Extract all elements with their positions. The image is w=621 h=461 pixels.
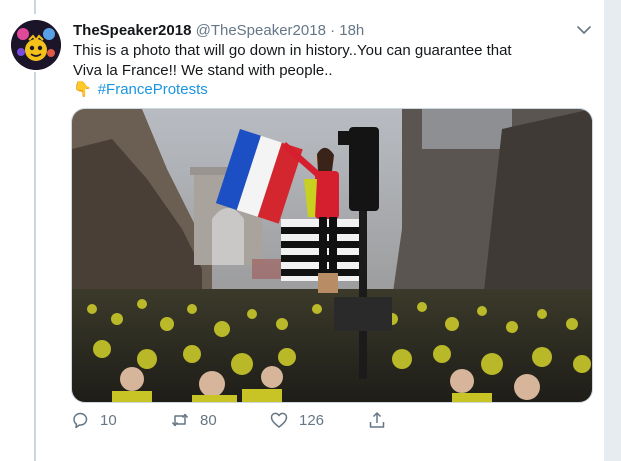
display-name[interactable]: TheSpeaker2018	[73, 22, 191, 39]
share-button[interactable]	[367, 410, 387, 430]
timestamp[interactable]: 18h	[339, 22, 364, 39]
tweet-text: This is a photo that will go down in his…	[73, 41, 573, 100]
hashtag-line: 👇 #FranceProtests	[73, 80, 573, 100]
hashtag-link[interactable]: #FranceProtests	[98, 80, 208, 100]
thread-line-bottom	[34, 72, 36, 461]
pointing-down-emoji: 👇	[73, 81, 92, 98]
tweet-photo[interactable]	[71, 108, 593, 403]
reply-icon	[73, 412, 88, 429]
chevron-down-icon[interactable]	[574, 20, 594, 40]
tweet-header: TheSpeaker2018 @TheSpeaker2018 · 18h	[73, 21, 364, 41]
retweet-count: 80	[200, 411, 217, 429]
retweet-icon	[171, 413, 189, 427]
tweet-text-line-2: Viva la France!! We stand with people..	[73, 61, 333, 79]
like-button[interactable]: 126	[269, 410, 324, 430]
share-icon	[369, 412, 385, 428]
tweet-card[interactable]: TheSpeaker2018 @TheSpeaker2018 · 18h Thi…	[0, 0, 605, 461]
user-handle[interactable]: @TheSpeaker2018	[196, 22, 326, 39]
thread-line-top	[34, 0, 36, 14]
heart-icon	[270, 412, 288, 428]
separator-dot: ·	[330, 22, 336, 39]
protest-photo	[72, 109, 592, 402]
tweet-actions: 10 80 126	[70, 410, 400, 436]
like-count: 126	[299, 411, 325, 429]
retweet-button[interactable]: 80	[170, 410, 217, 430]
reply-count: 10	[100, 411, 117, 429]
tweet-text-line-1: This is a photo that will go down in his…	[73, 42, 512, 59]
avatar[interactable]	[11, 20, 61, 70]
reply-button[interactable]: 10	[70, 410, 117, 430]
